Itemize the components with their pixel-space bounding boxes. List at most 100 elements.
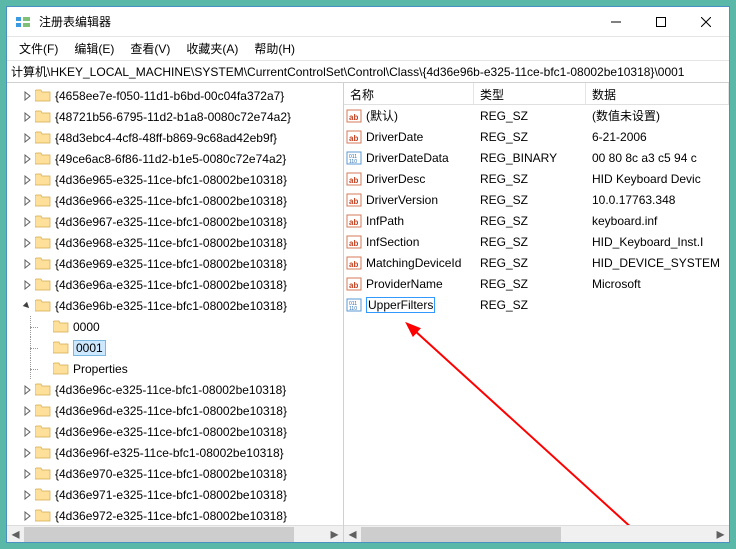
column-name[interactable]: 名称 bbox=[344, 83, 474, 104]
value-row[interactable]: abMatchingDeviceIdREG_SZHID_DEVICE_SYSTE… bbox=[344, 252, 729, 273]
chevron-right-icon[interactable] bbox=[21, 153, 33, 165]
chevron-right-icon[interactable] bbox=[21, 405, 33, 417]
scroll-left-icon[interactable]: ◂ bbox=[7, 526, 24, 543]
scroll-right-icon[interactable]: ▸ bbox=[326, 526, 343, 543]
chevron-right-icon[interactable] bbox=[21, 468, 33, 480]
tree-item[interactable]: {48d3ebc4-4cf8-48ff-b869-9c68ad42eb9f} bbox=[7, 127, 343, 148]
value-name-cell: abDriverDate bbox=[344, 129, 474, 145]
value-data: keyboard.inf bbox=[586, 214, 729, 228]
value-row[interactable]: abProviderNameREG_SZMicrosoft bbox=[344, 273, 729, 294]
chevron-right-icon[interactable] bbox=[21, 216, 33, 228]
chevron-down-icon[interactable] bbox=[21, 300, 33, 312]
chevron-right-icon[interactable] bbox=[21, 489, 33, 501]
registry-editor-window: 注册表编辑器 文件(F) 编辑(E) 查看(V) 收藏夹(A) 帮助(H) 计算… bbox=[6, 6, 730, 543]
value-row[interactable]: abDriverDateREG_SZ6-21-2006 bbox=[344, 126, 729, 147]
list-scrollbar-horizontal[interactable]: ◂ ▸ bbox=[344, 525, 729, 542]
folder-icon bbox=[35, 404, 51, 417]
tree-item[interactable]: {4d36e96c-e325-11ce-bfc1-08002be10318} bbox=[7, 379, 343, 400]
tree-item[interactable]: 0001 bbox=[7, 337, 343, 358]
menu-edit[interactable]: 编辑(E) bbox=[66, 38, 122, 59]
tree-label: {49ce6ac8-6f86-11d2-b1e5-0080c72e74a2} bbox=[55, 152, 286, 166]
svg-text:ab: ab bbox=[349, 113, 358, 122]
address-bar[interactable]: 计算机\HKEY_LOCAL_MACHINE\SYSTEM\CurrentCon… bbox=[7, 61, 729, 83]
maximize-button[interactable] bbox=[638, 7, 683, 36]
value-row[interactable]: ab(默认)REG_SZ(数值未设置) bbox=[344, 105, 729, 126]
folder-icon bbox=[35, 509, 51, 522]
tree-item[interactable]: {4d36e970-e325-11ce-bfc1-08002be10318} bbox=[7, 463, 343, 484]
value-name: (默认) bbox=[366, 107, 398, 124]
tree-item[interactable]: 0000 bbox=[7, 316, 343, 337]
value-row[interactable]: 011110UpperFiltersREG_SZ bbox=[344, 294, 729, 315]
tree-item[interactable]: {4d36e967-e325-11ce-bfc1-08002be10318} bbox=[7, 211, 343, 232]
scroll-thumb[interactable] bbox=[361, 527, 561, 542]
value-type: REG_SZ bbox=[474, 298, 586, 312]
value-name[interactable]: UpperFilters bbox=[366, 297, 435, 313]
tree-item[interactable]: {48721b56-6795-11d2-b1a8-0080c72e74a2} bbox=[7, 106, 343, 127]
chevron-right-icon[interactable] bbox=[21, 132, 33, 144]
folder-icon bbox=[35, 89, 51, 102]
value-name: DriverVersion bbox=[366, 193, 438, 207]
tree-item[interactable]: {4d36e96b-e325-11ce-bfc1-08002be10318} bbox=[7, 295, 343, 316]
scroll-left-icon[interactable]: ◂ bbox=[344, 526, 361, 543]
close-button[interactable] bbox=[683, 7, 729, 36]
folder-icon bbox=[53, 362, 69, 375]
value-row[interactable]: abDriverVersionREG_SZ10.0.17763.348 bbox=[344, 189, 729, 210]
chevron-right-icon[interactable] bbox=[21, 258, 33, 270]
tree-item[interactable]: {4d36e96a-e325-11ce-bfc1-08002be10318} bbox=[7, 274, 343, 295]
chevron-right-icon[interactable] bbox=[21, 510, 33, 522]
tree-item[interactable]: {4d36e96e-e325-11ce-bfc1-08002be10318} bbox=[7, 421, 343, 442]
column-type[interactable]: 类型 bbox=[474, 83, 586, 104]
value-data: Microsoft bbox=[586, 277, 729, 291]
menu-view[interactable]: 查看(V) bbox=[122, 38, 178, 59]
menu-favorites[interactable]: 收藏夹(A) bbox=[178, 38, 246, 59]
chevron-right-icon[interactable] bbox=[21, 384, 33, 396]
value-row[interactable]: abDriverDescREG_SZHID Keyboard Devic bbox=[344, 168, 729, 189]
tree-label: {4d36e972-e325-11ce-bfc1-08002be10318} bbox=[55, 509, 287, 523]
tree-item[interactable]: {4d36e96f-e325-11ce-bfc1-08002be10318} bbox=[7, 442, 343, 463]
value-name: DriverDate bbox=[366, 130, 423, 144]
value-name-cell: abDriverVersion bbox=[344, 192, 474, 208]
tree-item[interactable]: {4d36e971-e325-11ce-bfc1-08002be10318} bbox=[7, 484, 343, 505]
svg-text:110: 110 bbox=[349, 159, 357, 165]
titlebar[interactable]: 注册表编辑器 bbox=[7, 7, 729, 37]
chevron-right-icon[interactable] bbox=[21, 447, 33, 459]
value-row[interactable]: abInfSectionREG_SZHID_Keyboard_Inst.I bbox=[344, 231, 729, 252]
tree-scrollbar-horizontal[interactable]: ◂ ▸ bbox=[7, 525, 343, 542]
tree-item[interactable]: {4d36e972-e325-11ce-bfc1-08002be10318} bbox=[7, 505, 343, 525]
tree-item[interactable]: {4658ee7e-f050-11d1-b6bd-00c04fa372a7} bbox=[7, 85, 343, 106]
chevron-right-icon[interactable] bbox=[21, 195, 33, 207]
list-header: 名称 类型 数据 bbox=[344, 83, 729, 105]
scroll-thumb[interactable] bbox=[24, 527, 294, 542]
chevron-right-icon[interactable] bbox=[21, 174, 33, 186]
value-row[interactable]: 011110DriverDateDataREG_BINARY00 80 8c a… bbox=[344, 147, 729, 168]
chevron-right-icon[interactable] bbox=[21, 237, 33, 249]
tree-body[interactable]: {4658ee7e-f050-11d1-b6bd-00c04fa372a7}{4… bbox=[7, 83, 343, 525]
chevron-right-icon[interactable] bbox=[21, 279, 33, 291]
chevron-right-icon[interactable] bbox=[21, 90, 33, 102]
tree-label: Properties bbox=[73, 362, 128, 376]
tree-item[interactable]: Properties bbox=[7, 358, 343, 379]
annotation-arrow bbox=[404, 320, 654, 540]
tree-label: 0001 bbox=[73, 340, 106, 356]
scroll-right-icon[interactable]: ▸ bbox=[712, 526, 729, 543]
column-data[interactable]: 数据 bbox=[586, 83, 729, 104]
menu-help[interactable]: 帮助(H) bbox=[246, 38, 303, 59]
tree-item[interactable]: {4d36e966-e325-11ce-bfc1-08002be10318} bbox=[7, 190, 343, 211]
tree-item[interactable]: {49ce6ac8-6f86-11d2-b1e5-0080c72e74a2} bbox=[7, 148, 343, 169]
value-name: InfPath bbox=[366, 214, 404, 228]
tree-item[interactable]: {4d36e965-e325-11ce-bfc1-08002be10318} bbox=[7, 169, 343, 190]
chevron-right-icon[interactable] bbox=[21, 426, 33, 438]
list-body[interactable]: ab(默认)REG_SZ(数值未设置)abDriverDateREG_SZ6-2… bbox=[344, 105, 729, 525]
folder-icon bbox=[35, 446, 51, 459]
tree-item[interactable]: {4d36e968-e325-11ce-bfc1-08002be10318} bbox=[7, 232, 343, 253]
folder-icon bbox=[53, 341, 69, 354]
value-type: REG_SZ bbox=[474, 193, 586, 207]
menu-file[interactable]: 文件(F) bbox=[11, 38, 66, 59]
tree-item[interactable]: {4d36e96d-e325-11ce-bfc1-08002be10318} bbox=[7, 400, 343, 421]
value-row[interactable]: abInfPathREG_SZkeyboard.inf bbox=[344, 210, 729, 231]
minimize-button[interactable] bbox=[593, 7, 638, 36]
chevron-right-icon[interactable] bbox=[21, 111, 33, 123]
tree-item[interactable]: {4d36e969-e325-11ce-bfc1-08002be10318} bbox=[7, 253, 343, 274]
value-data: 00 80 8c a3 c5 94 c bbox=[586, 151, 729, 165]
folder-icon bbox=[35, 278, 51, 291]
